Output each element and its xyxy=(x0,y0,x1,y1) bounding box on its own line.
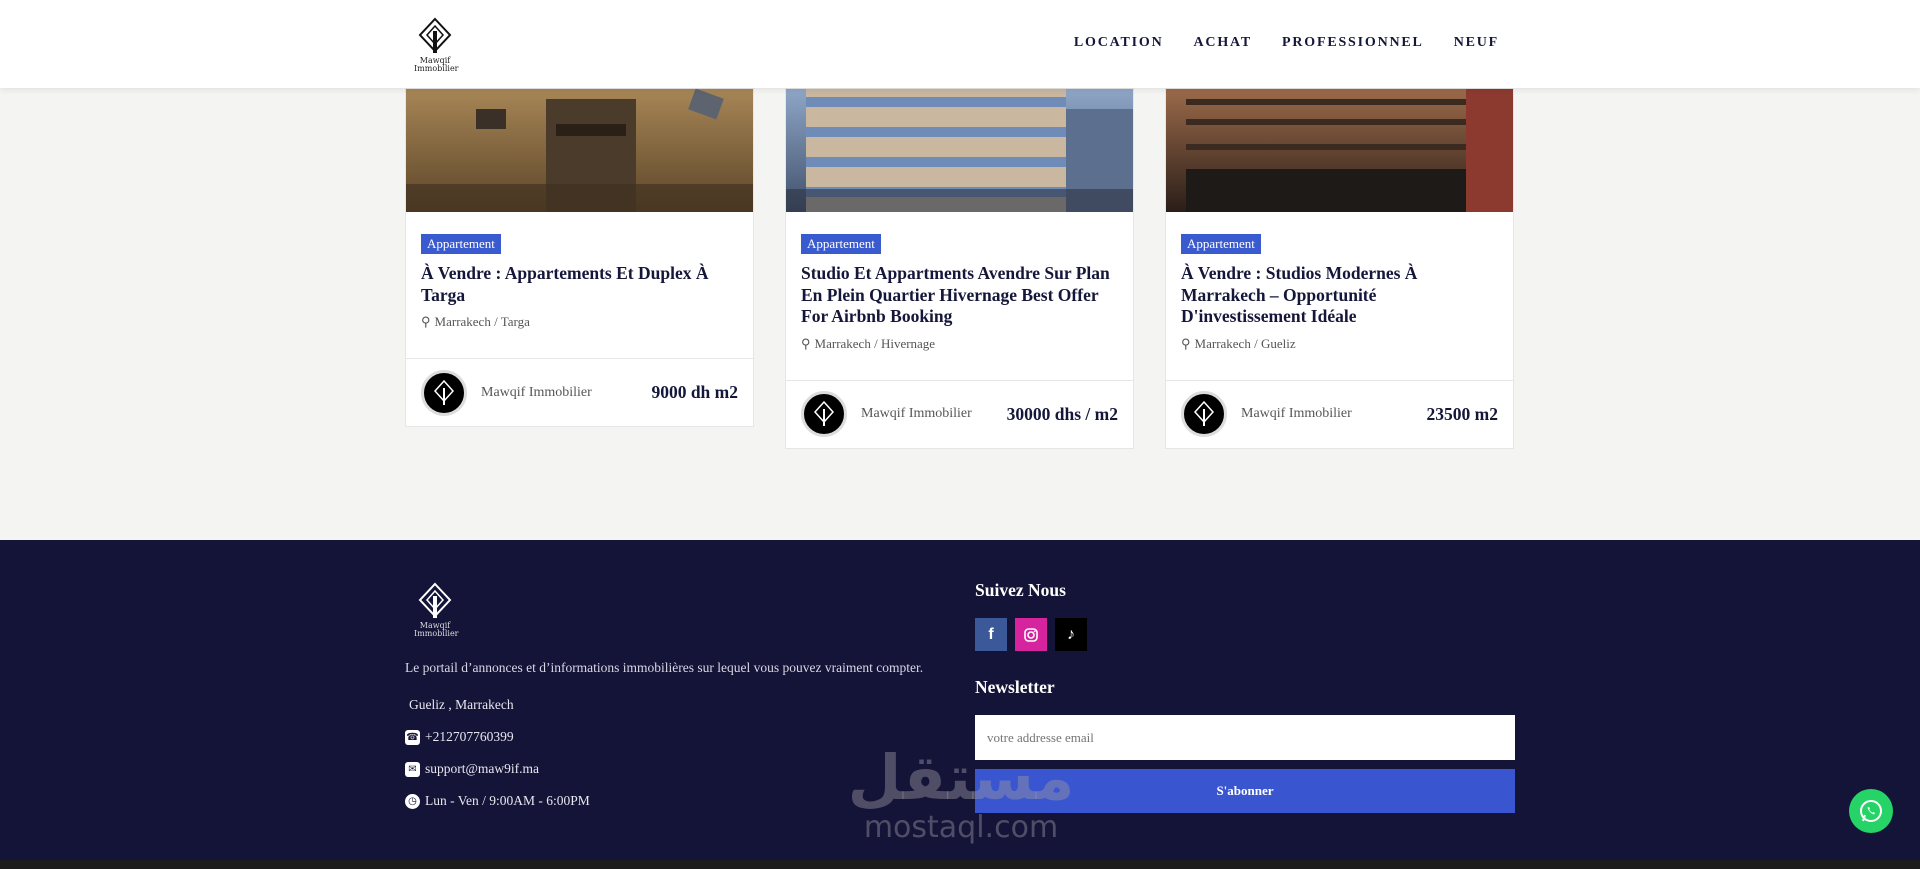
footer-address: Gueliz , Marrakech xyxy=(409,697,514,713)
listing-card[interactable]: Appartement Studio Et Appartments Avendr… xyxy=(785,88,1134,449)
listing-price: 30000 dhs / m2 xyxy=(1006,403,1118,424)
map-pin-icon: ⚲ xyxy=(421,314,431,329)
mail-icon: ✉ xyxy=(405,761,420,777)
logo-text: Mawqif Immobilier xyxy=(414,56,459,73)
agent-name[interactable]: Mawqif Immobilier xyxy=(481,385,651,401)
map-pin-icon: ⚲ xyxy=(1181,335,1191,351)
category-badge[interactable]: Appartement xyxy=(1181,234,1261,254)
location-text: Marrakech / Targa xyxy=(434,314,530,329)
logo-text: Mawqif Immobilier xyxy=(414,621,459,638)
main-nav: LOCATION ACHAT PROFESSIONNEL NEUF xyxy=(1074,35,1499,51)
watermark-arabic: مستقل xyxy=(847,741,1075,814)
footer-logo[interactable]: Mawqif Immobilier xyxy=(414,582,459,638)
whatsapp-icon xyxy=(1860,800,1882,822)
phone-icon: ☎ xyxy=(405,729,420,745)
logo-icon xyxy=(433,379,455,405)
nav-professionnel[interactable]: PROFESSIONNEL xyxy=(1282,35,1424,51)
watermark: مستقل mostaql.com xyxy=(846,745,1076,845)
phone-text[interactable]: +212707760399 xyxy=(425,729,514,745)
listing-card[interactable]: Appartement À Vendre : Studios Modernes … xyxy=(1165,88,1514,449)
nav-location[interactable]: LOCATION xyxy=(1074,35,1164,51)
category-badge[interactable]: Appartement xyxy=(421,234,501,254)
footer-hours: ◷ Lun - Ven / 9:00AM - 6:00PM xyxy=(405,793,590,809)
footer-email[interactable]: ✉ support@maw9if.ma xyxy=(405,761,539,777)
listing-card[interactable]: Appartement À Vendre : Appartements Et D… xyxy=(405,88,754,427)
logo-icon xyxy=(813,401,835,426)
logo-icon xyxy=(418,582,452,618)
email-text[interactable]: support@maw9if.ma xyxy=(425,761,539,777)
agent-name[interactable]: Mawqif Immobilier xyxy=(1241,406,1427,422)
listing-footer: Mawqif Immobilier 9000 dh m2 xyxy=(406,358,753,426)
newsletter-heading: Newsletter xyxy=(975,677,1055,697)
nav-neuf[interactable]: NEUF xyxy=(1454,35,1499,51)
listing-footer: Mawqif Immobilier 23500 m2 xyxy=(1166,379,1513,448)
logo-icon xyxy=(418,17,452,53)
listing-footer: Mawqif Immobilier 30000 dhs / m2 xyxy=(786,379,1133,448)
address-text: Gueliz , Marrakech xyxy=(409,697,514,712)
watermark-latin: mostaql.com xyxy=(863,810,1059,845)
listing-location: ⚲ Marrakech / Hivernage xyxy=(801,336,1118,352)
site-logo[interactable]: Mawqif Immobilier xyxy=(414,17,459,73)
follow-heading: Suivez Nous xyxy=(975,580,1066,600)
agent-avatar[interactable] xyxy=(1181,391,1227,437)
map-pin-icon: ⚲ xyxy=(801,335,811,351)
tiktok-icon[interactable]: ♪ xyxy=(1055,618,1087,651)
agent-avatar[interactable] xyxy=(801,391,847,437)
listing-photo[interactable] xyxy=(406,89,753,212)
footer-phone[interactable]: ☎ +212707760399 xyxy=(405,729,514,745)
listing-price: 23500 m2 xyxy=(1426,403,1498,424)
listing-location: ⚲ Marrakech / Gueliz xyxy=(1181,336,1498,352)
social-links: f ♪ xyxy=(975,618,1087,651)
category-badge[interactable]: Appartement xyxy=(801,234,881,254)
nav-achat[interactable]: ACHAT xyxy=(1194,35,1253,51)
agent-avatar[interactable] xyxy=(421,369,467,416)
listing-title[interactable]: À Vendre : Appartements Et Duplex À Targ… xyxy=(421,263,738,306)
clock-icon: ◷ xyxy=(405,793,420,809)
whatsapp-button[interactable] xyxy=(1849,789,1893,833)
listing-price: 9000 dh m2 xyxy=(651,382,738,402)
location-text: Marrakech / Hivernage xyxy=(814,335,936,351)
logo-icon xyxy=(1193,401,1215,426)
instagram-icon[interactable] xyxy=(1015,618,1047,651)
site-header: Mawqif Immobilier LOCATION ACHAT PROFESS… xyxy=(0,0,1920,88)
listing-photo[interactable] xyxy=(786,89,1133,212)
location-text: Marrakech / Gueliz xyxy=(1194,335,1296,351)
listing-title[interactable]: Studio Et Appartments Avendre Sur Plan E… xyxy=(801,263,1118,328)
footer-description: Le portail d’annonces et d’informations … xyxy=(405,660,924,675)
hours-text: Lun - Ven / 9:00AM - 6:00PM xyxy=(425,793,590,808)
agent-name[interactable]: Mawqif Immobilier xyxy=(861,406,1007,422)
listing-location: ⚲ Marrakech / Targa xyxy=(421,314,738,330)
bottom-bar xyxy=(0,860,1920,869)
facebook-icon[interactable]: f xyxy=(975,618,1007,651)
listing-title[interactable]: À Vendre : Studios Modernes À Marrakech … xyxy=(1181,263,1498,328)
listing-photo[interactable] xyxy=(1166,89,1513,212)
